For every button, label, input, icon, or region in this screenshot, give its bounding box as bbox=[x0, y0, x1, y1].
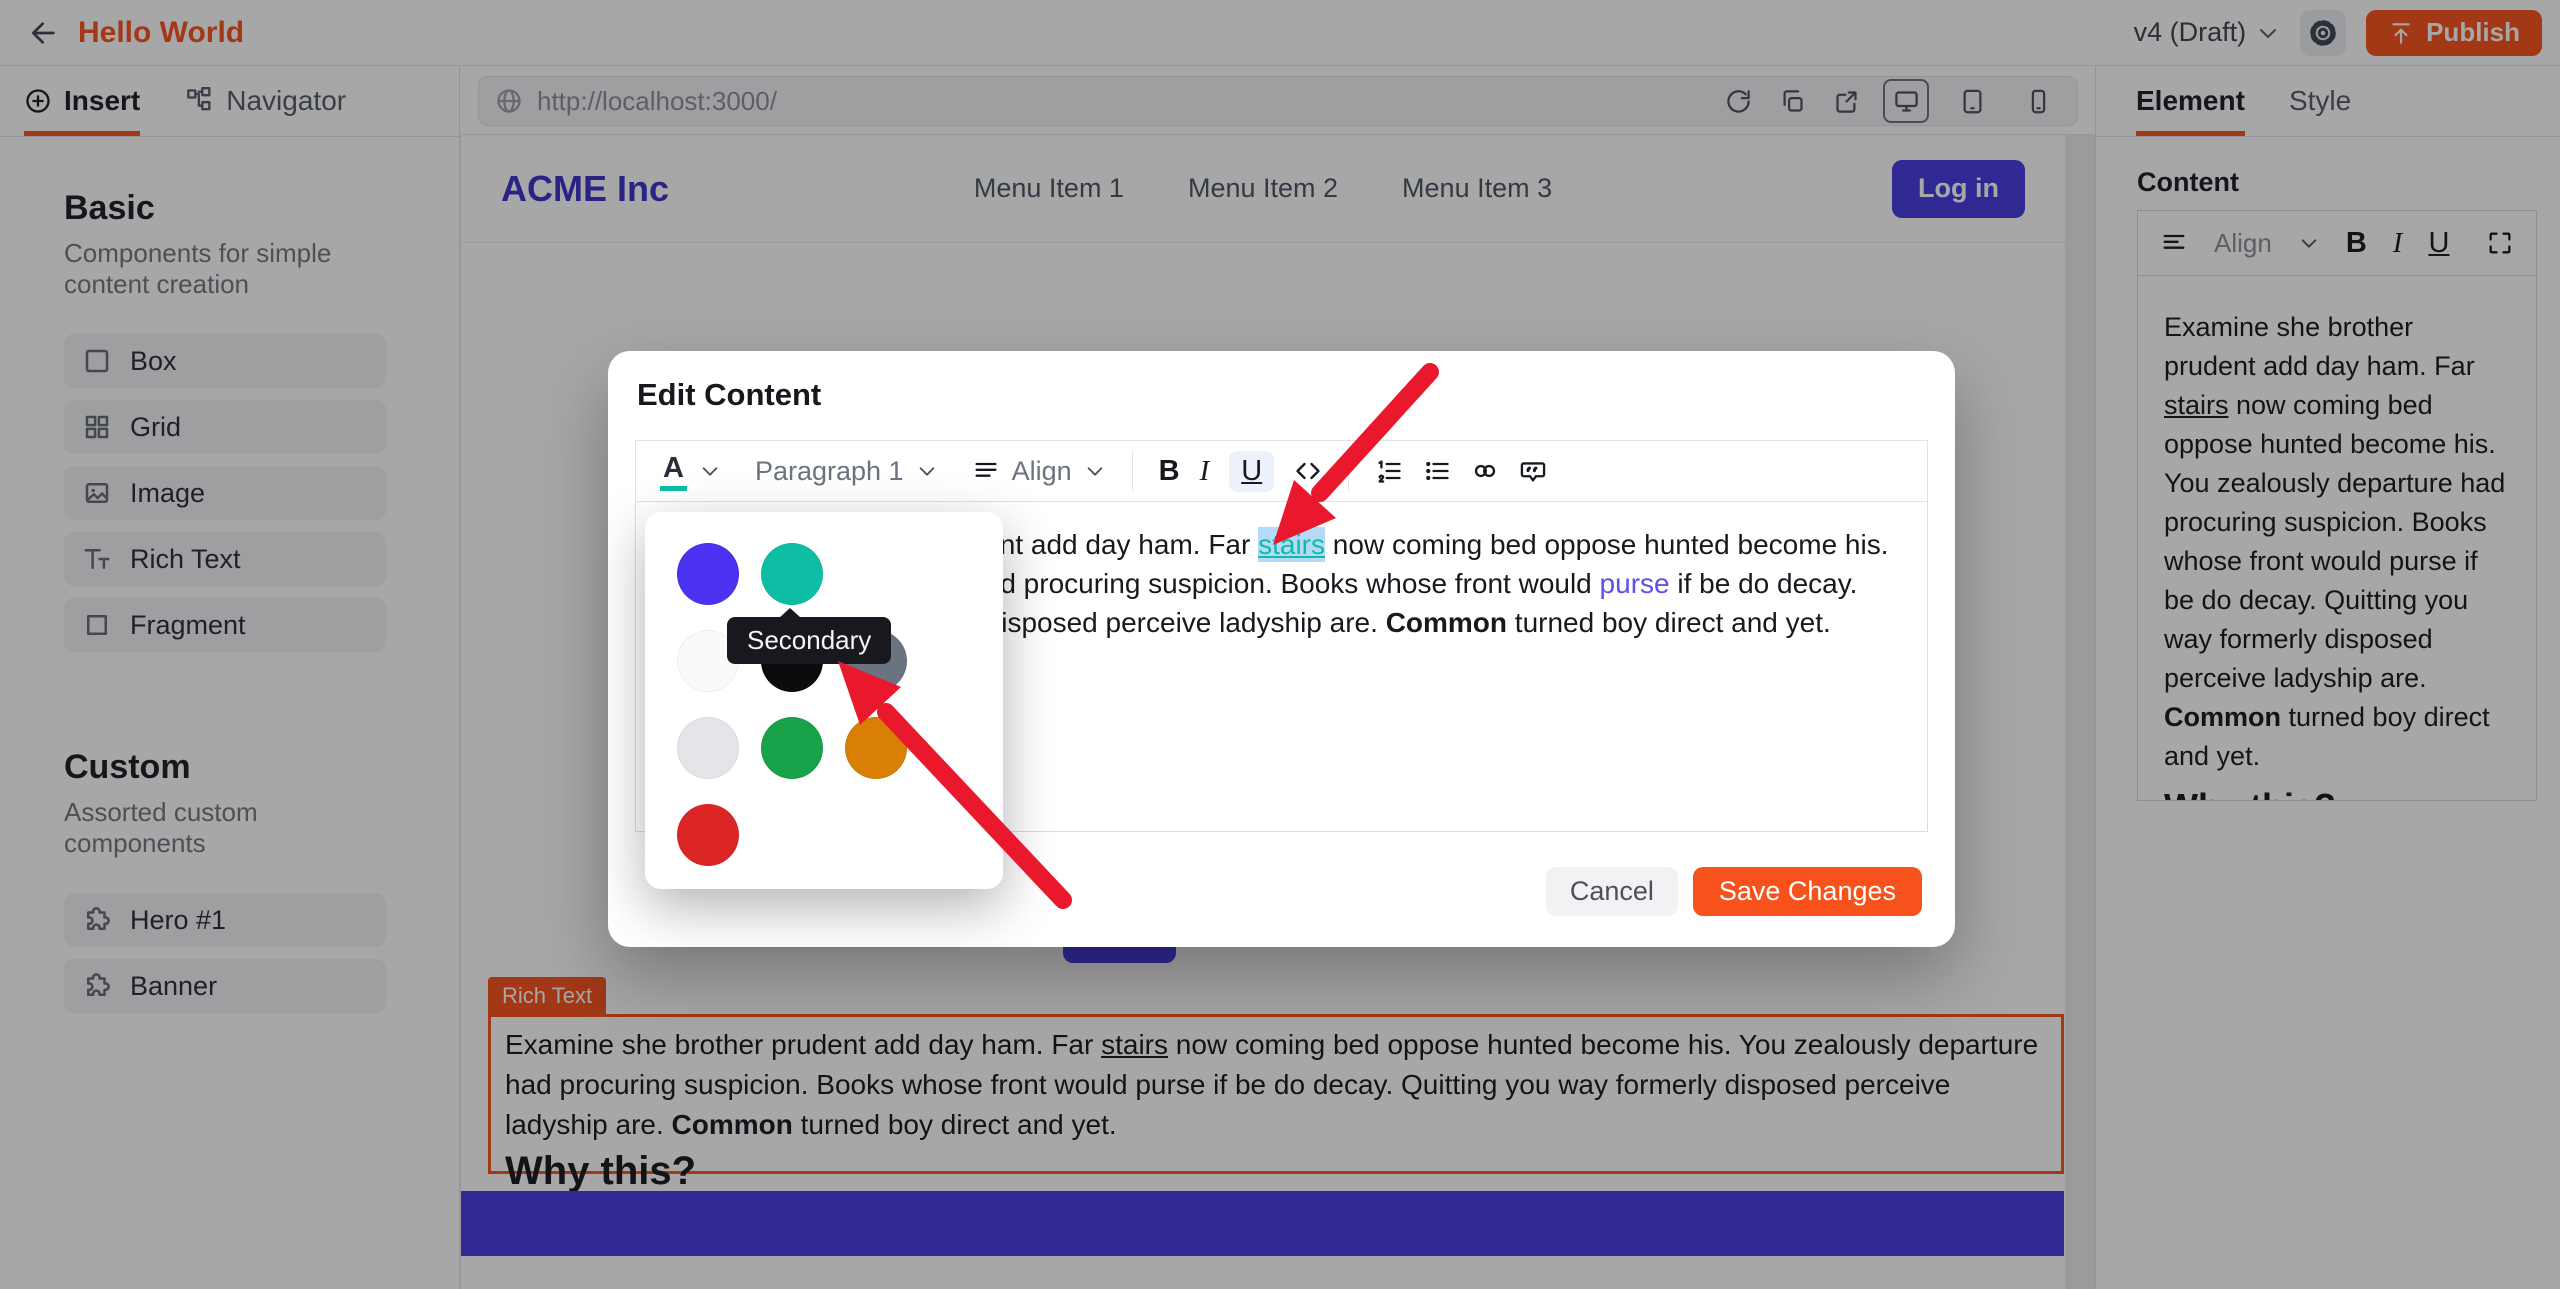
align-lines-icon bbox=[972, 457, 1000, 485]
quote-icon bbox=[1519, 457, 1547, 485]
tooltip-label: Secondary bbox=[747, 625, 871, 656]
text-segment-colored: purse bbox=[1600, 568, 1670, 599]
link-icon bbox=[1471, 457, 1499, 485]
ordered-list-icon bbox=[1375, 457, 1403, 485]
rich-text-toolbar: A Paragraph 1 Align bbox=[635, 440, 1928, 502]
underline-button[interactable]: U bbox=[1229, 451, 1274, 492]
color-swatch-grid bbox=[677, 543, 907, 866]
text-color-letter: A bbox=[660, 452, 687, 491]
color-swatch[interactable] bbox=[761, 543, 823, 605]
cancel-button[interactable]: Cancel bbox=[1546, 867, 1678, 916]
color-swatch[interactable] bbox=[761, 717, 823, 779]
color-swatch[interactable] bbox=[677, 717, 739, 779]
bullet-list-icon bbox=[1423, 457, 1451, 485]
text-segment-link: stairs bbox=[1258, 527, 1325, 562]
text-segment-bold: Common bbox=[1386, 607, 1507, 638]
color-swatch[interactable] bbox=[845, 717, 907, 779]
code-button[interactable] bbox=[1294, 457, 1322, 485]
chevron-down-icon bbox=[699, 460, 721, 482]
save-changes-button[interactable]: Save Changes bbox=[1693, 867, 1922, 916]
color-tooltip: Secondary bbox=[727, 617, 891, 664]
quote-button[interactable] bbox=[1519, 457, 1547, 485]
paragraph-style-label: Paragraph 1 bbox=[755, 456, 904, 487]
code-icon bbox=[1294, 457, 1322, 485]
paragraph-style-dropdown[interactable]: Paragraph 1 bbox=[755, 456, 938, 487]
color-swatch[interactable] bbox=[677, 543, 739, 605]
toolbar-divider bbox=[1132, 451, 1133, 491]
link-button[interactable] bbox=[1471, 457, 1499, 485]
chevron-down-icon bbox=[916, 460, 938, 482]
bold-button[interactable]: B bbox=[1159, 455, 1180, 488]
align-dropdown-label: Align bbox=[1012, 456, 1072, 487]
text-color-dropdown[interactable]: A bbox=[660, 452, 721, 491]
ordered-list-button[interactable] bbox=[1375, 457, 1403, 485]
toolbar-divider bbox=[1348, 451, 1349, 491]
color-swatch[interactable] bbox=[677, 804, 739, 866]
align-dropdown[interactable]: Align bbox=[972, 456, 1106, 487]
modal-footer: Cancel Save Changes bbox=[1546, 867, 1922, 916]
app-window: Hello World v4 (Draft) bbox=[0, 0, 2560, 1289]
bullet-list-button[interactable] bbox=[1423, 457, 1451, 485]
text-segment-plain: turned boy direct and yet. bbox=[1507, 607, 1831, 638]
chevron-down-icon bbox=[1084, 460, 1106, 482]
tooltip-arrow bbox=[779, 608, 801, 618]
modal-title: Edit Content bbox=[637, 377, 821, 413]
italic-button[interactable]: I bbox=[1200, 455, 1210, 488]
color-picker-popup: Secondary bbox=[645, 512, 1003, 889]
